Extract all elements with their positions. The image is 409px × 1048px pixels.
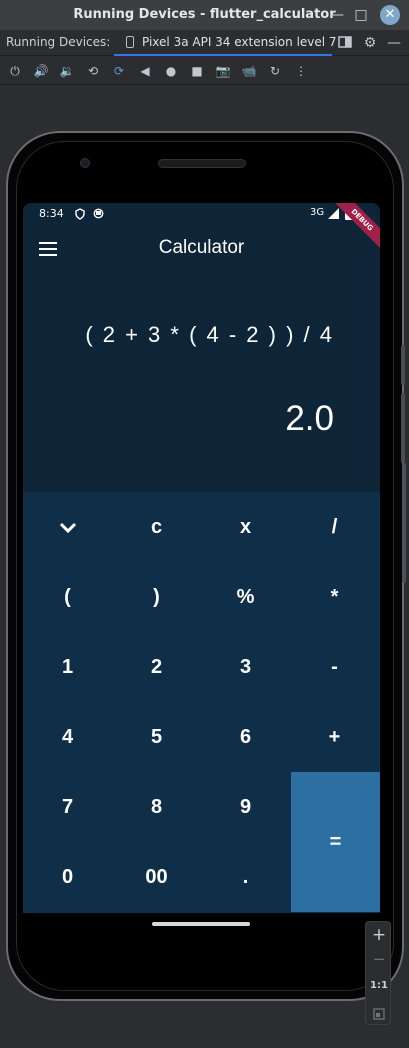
key-5[interactable]: 5	[112, 702, 201, 772]
earpiece-speaker	[158, 159, 246, 168]
device-screen[interactable]: 8:34 3G DEBUG Calculator ( 2 + 3 * ( 4 -…	[23, 203, 380, 913]
chevron-down-icon	[59, 522, 76, 533]
window-titlebar: Running Devices - flutter_calculator — □…	[0, 0, 409, 30]
vertical-scrollbar[interactable]	[402, 463, 406, 583]
divide-key[interactable]: /	[290, 492, 379, 562]
home-icon[interactable]: ●	[163, 63, 179, 79]
gesture-nav-bar[interactable]	[152, 922, 250, 926]
collapse-key[interactable]	[23, 492, 112, 562]
key-8[interactable]: 8	[112, 772, 201, 842]
layout-icon[interactable]	[337, 35, 353, 51]
tab-pixel-3a-label: Pixel 3a API 34 extension level 7	[142, 35, 337, 49]
zoom-in-button[interactable]: +	[366, 925, 392, 945]
rotate-right-icon[interactable]: ⟳	[111, 63, 127, 79]
back-icon[interactable]: ◀	[137, 63, 153, 79]
network-type: 3G	[310, 207, 325, 218]
multiply-key[interactable]: *	[290, 562, 379, 632]
open-paren-key[interactable]: (	[23, 562, 112, 632]
app-title: Calculator	[158, 237, 245, 258]
screen-record-icon[interactable]: 📹	[241, 63, 257, 79]
equals-key[interactable]: =	[291, 772, 380, 912]
app-bar: Calculator	[23, 225, 380, 273]
maximize-button[interactable]: □	[352, 6, 370, 24]
device-toolbar: ⏻ 🔊 🔉 ⟲ ⟳ ◀ ● ■ 📷 📹 ↻ ⋮	[0, 57, 409, 85]
volume-down-icon[interactable]: 🔉	[59, 63, 75, 79]
key-4[interactable]: 4	[23, 702, 112, 772]
status-time: 8:34	[39, 207, 64, 220]
zoom-out-button[interactable]: −	[366, 950, 392, 968]
close-paren-key[interactable]: )	[112, 562, 201, 632]
window-title: Running Devices - flutter_calculator	[73, 7, 336, 22]
result-display: 2.0	[285, 399, 334, 438]
shield-icon	[75, 208, 85, 220]
tab-pixel-3a[interactable]: Pixel 3a API 34 extension level 7	[114, 30, 337, 56]
percent-key[interactable]: %	[201, 562, 290, 632]
key-6[interactable]: 6	[201, 702, 290, 772]
signal-icon	[328, 208, 339, 219]
backspace-key[interactable]: x	[201, 492, 290, 562]
key-3[interactable]: 3	[201, 632, 290, 702]
screenshot-icon[interactable]: 📷	[215, 63, 231, 79]
snapshot-icon[interactable]: ↻	[267, 63, 283, 79]
fit-screen-icon[interactable]	[366, 1005, 392, 1024]
status-bar: 8:34 3G DEBUG	[23, 203, 380, 254]
running-devices-tabbar: Running Devices: Pixel 3a API 34 extensi…	[0, 30, 409, 56]
running-devices-label: Running Devices:	[6, 35, 111, 49]
key-0[interactable]: 0	[23, 842, 112, 912]
minus-key[interactable]: -	[290, 632, 379, 702]
device-side-button	[401, 345, 405, 385]
key-7[interactable]: 7	[23, 772, 112, 842]
keypad: c x / ( ) % * 1 2 3 - 4 5 6 + 7 8 9 = 0 …	[23, 492, 380, 913]
device-volume-button	[401, 393, 405, 463]
phone-icon	[126, 36, 134, 48]
expression-display: ( 2 + 3 * ( 4 - 2 ) ) / 4	[85, 322, 334, 347]
gear-icon[interactable]: ⚙	[362, 35, 378, 51]
clear-key[interactable]: c	[112, 492, 201, 562]
plus-key[interactable]: +	[290, 702, 379, 772]
minimize-button[interactable]: —	[328, 6, 346, 24]
decimal-key[interactable]: .	[201, 842, 290, 912]
minimize-panel-icon[interactable]: —	[386, 35, 402, 51]
overview-icon[interactable]: ■	[189, 63, 205, 79]
power-icon[interactable]: ⏻	[7, 63, 23, 79]
zoom-controls: + − 1:1	[365, 921, 391, 1025]
volume-up-icon[interactable]: 🔊	[33, 63, 49, 79]
key-9[interactable]: 9	[201, 772, 290, 842]
key-2[interactable]: 2	[112, 632, 201, 702]
more-icon[interactable]: ⋮	[293, 63, 309, 79]
front-camera	[80, 158, 90, 168]
data-saver-icon	[93, 208, 104, 219]
key-1[interactable]: 1	[23, 632, 112, 702]
actual-size-button[interactable]: 1:1	[366, 980, 392, 991]
close-button[interactable]: ✕	[380, 5, 400, 25]
rotate-left-icon[interactable]: ⟲	[85, 63, 101, 79]
key-00[interactable]: 00	[112, 842, 201, 912]
